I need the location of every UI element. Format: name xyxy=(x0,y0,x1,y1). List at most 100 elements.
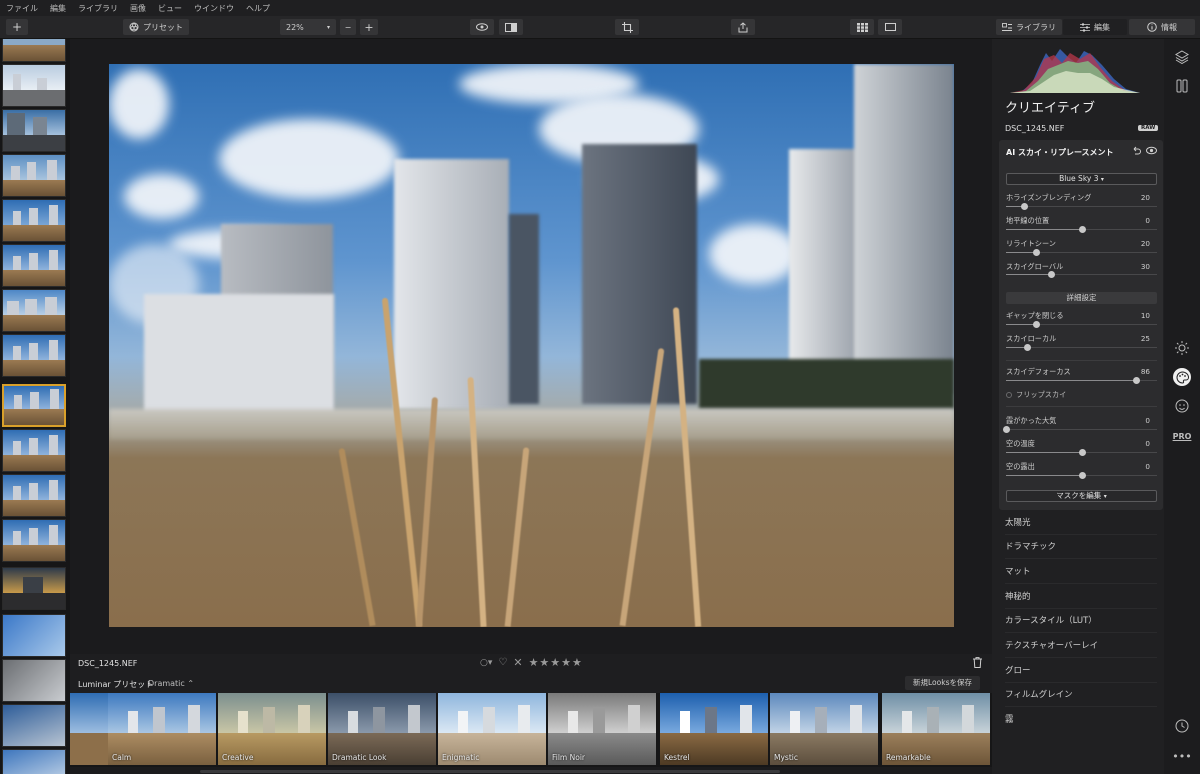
heart-icon[interactable]: ♡ xyxy=(498,657,507,668)
tool-texture-overlay[interactable]: テクスチャオーバーレイ xyxy=(1005,634,1157,658)
slider-value: 25 xyxy=(1140,334,1150,343)
undo-icon[interactable] xyxy=(1132,146,1141,155)
crop-button[interactable] xyxy=(615,19,639,35)
trash-icon[interactable] xyxy=(973,657,982,671)
filmstrip-thumb[interactable] xyxy=(2,567,66,610)
slider-value: 30 xyxy=(1140,262,1150,271)
compare-button[interactable] xyxy=(499,19,523,35)
reject-icon[interactable]: ✕ xyxy=(513,656,522,669)
single-view-button[interactable] xyxy=(878,19,902,35)
filmstrip-thumb[interactable] xyxy=(2,659,66,702)
grid-view-button[interactable] xyxy=(850,19,874,35)
sky-exposure-slider[interactable] xyxy=(1006,472,1157,479)
filmstrip[interactable] xyxy=(0,39,70,774)
pro-tools-icon[interactable]: PRO xyxy=(1173,427,1192,445)
menu-window[interactable]: ウインドウ xyxy=(194,3,234,14)
filmstrip-thumb[interactable] xyxy=(2,109,66,152)
tool-glow[interactable]: グロー xyxy=(1005,659,1157,683)
creative-palette-icon[interactable] xyxy=(1173,368,1191,386)
zoom-out-button[interactable]: − xyxy=(340,19,356,35)
tool-fog[interactable]: 霧 xyxy=(1005,708,1157,732)
tool-mystical[interactable]: 神秘的 xyxy=(1005,585,1157,609)
zoom-in-button[interactable]: + xyxy=(360,19,378,35)
tab-info[interactable]: 情報 xyxy=(1129,19,1195,35)
look-dramatic[interactable]: Dramatic Look xyxy=(328,693,436,765)
look-remarkable[interactable]: Remarkable xyxy=(882,693,990,765)
menu-image[interactable]: 画像 xyxy=(130,3,146,14)
share-button[interactable] xyxy=(731,19,755,35)
edit-mask-button[interactable]: マスクを編集 ▾ xyxy=(1006,490,1157,502)
zoom-select[interactable]: 22% ▾ xyxy=(280,19,336,35)
sky-global-slider[interactable] xyxy=(1006,271,1157,278)
layers-icon[interactable] xyxy=(1173,48,1191,66)
sky-temperature-slider[interactable] xyxy=(1006,449,1157,456)
menu-file[interactable]: ファイル xyxy=(6,3,38,14)
filmstrip-thumb[interactable] xyxy=(2,244,66,287)
look-thumb-partial[interactable] xyxy=(70,693,108,765)
menu-library[interactable]: ライブラリ xyxy=(78,3,118,14)
look-mystic[interactable]: Mystic xyxy=(770,693,878,765)
filmstrip-thumb[interactable] xyxy=(2,519,66,562)
add-photos-button[interactable]: + xyxy=(6,19,28,35)
tool-sunrays[interactable]: 太陽光 xyxy=(1005,511,1157,535)
horizon-position-slider[interactable] xyxy=(1006,226,1157,233)
filmstrip-thumb[interactable] xyxy=(2,474,66,517)
filmstrip-thumb[interactable] xyxy=(2,614,66,657)
close-gaps-slider[interactable] xyxy=(1006,321,1157,328)
more-icon[interactable]: ••• xyxy=(1172,747,1191,765)
tab-library[interactable]: ライブラリ xyxy=(996,19,1062,35)
tool-film-grain[interactable]: フィルムグレイン xyxy=(1005,683,1157,707)
menu-edit[interactable]: 編集 xyxy=(50,3,66,14)
photo-preview[interactable] xyxy=(109,64,954,627)
look-calm[interactable]: Calm xyxy=(108,693,216,765)
looks-strip[interactable]: Calm Creative Dramatic Look Enigmatic Fi… xyxy=(70,693,992,767)
essentials-icon[interactable] xyxy=(1173,77,1191,95)
look-film-noir[interactable]: Film Noir xyxy=(548,693,656,765)
sky-defocus-slider[interactable] xyxy=(1006,377,1157,384)
atmospheric-haze-slider[interactable] xyxy=(1003,426,1157,433)
tool-color-styles-lut[interactable]: カラースタイル（LUT） xyxy=(1005,609,1157,633)
advanced-settings-toggle[interactable]: 詳細設定 xyxy=(1006,292,1157,304)
share-icon xyxy=(738,21,748,32)
image-canvas[interactable] xyxy=(70,39,992,654)
presets-button[interactable]: プリセット xyxy=(123,19,189,35)
preview-toggle-button[interactable] xyxy=(470,19,494,35)
filmstrip-thumb[interactable] xyxy=(2,704,66,747)
save-looks-button[interactable]: 新規Looksを保存 xyxy=(905,676,980,690)
looks-category-select[interactable]: Dramatic ⌃ xyxy=(148,679,194,688)
filmstrip-thumb-selected[interactable] xyxy=(2,384,66,427)
filmstrip-thumb[interactable] xyxy=(2,199,66,242)
portrait-face-icon[interactable] xyxy=(1173,397,1191,415)
flip-sky-checkbox[interactable]: フリップスカイ xyxy=(1006,390,1066,400)
filmstrip-thumb[interactable] xyxy=(2,749,66,774)
color-label-icon[interactable]: ○▾ xyxy=(480,658,492,668)
filmstrip-thumb[interactable] xyxy=(2,429,66,472)
horizon-blending-slider[interactable] xyxy=(1006,203,1157,210)
look-creative[interactable]: Creative xyxy=(218,693,326,765)
filmstrip-thumb[interactable] xyxy=(2,39,66,62)
presets-label: プリセット xyxy=(143,22,183,32)
filmstrip-thumb[interactable] xyxy=(2,64,66,107)
looks-scrollbar[interactable] xyxy=(200,770,780,773)
sky-selection-dropdown[interactable]: Blue Sky 3 ▾ xyxy=(1006,173,1157,185)
tool-dramatic[interactable]: ドラマチック xyxy=(1005,535,1157,559)
history-clock-icon[interactable] xyxy=(1173,717,1191,735)
filmstrip-thumb[interactable] xyxy=(2,289,66,332)
sky-tool-title[interactable]: AI スカイ・リプレースメント xyxy=(1006,147,1114,158)
slider-label: スカイグローバル xyxy=(1006,262,1064,271)
sun-icon[interactable] xyxy=(1173,339,1191,357)
looks-group-label[interactable]: Luminar プリセット xyxy=(78,679,153,690)
look-enigmatic[interactable]: Enigmatic xyxy=(438,693,546,765)
sky-local-slider[interactable] xyxy=(1006,344,1157,351)
look-kestrel[interactable]: Kestrel xyxy=(660,693,768,765)
menu-view[interactable]: ビュー xyxy=(158,3,182,14)
relight-scene-slider[interactable] xyxy=(1006,249,1157,256)
menu-help[interactable]: ヘルプ xyxy=(246,3,270,14)
filmstrip-thumb[interactable] xyxy=(2,154,66,197)
tool-matte[interactable]: マット xyxy=(1005,560,1157,584)
tab-edit[interactable]: 編集 xyxy=(1063,19,1127,35)
eye-icon[interactable] xyxy=(1146,146,1157,155)
star-rating[interactable]: ★★★★★ xyxy=(529,656,583,669)
filmstrip-thumb[interactable] xyxy=(2,334,66,377)
compare-icon xyxy=(505,22,517,32)
